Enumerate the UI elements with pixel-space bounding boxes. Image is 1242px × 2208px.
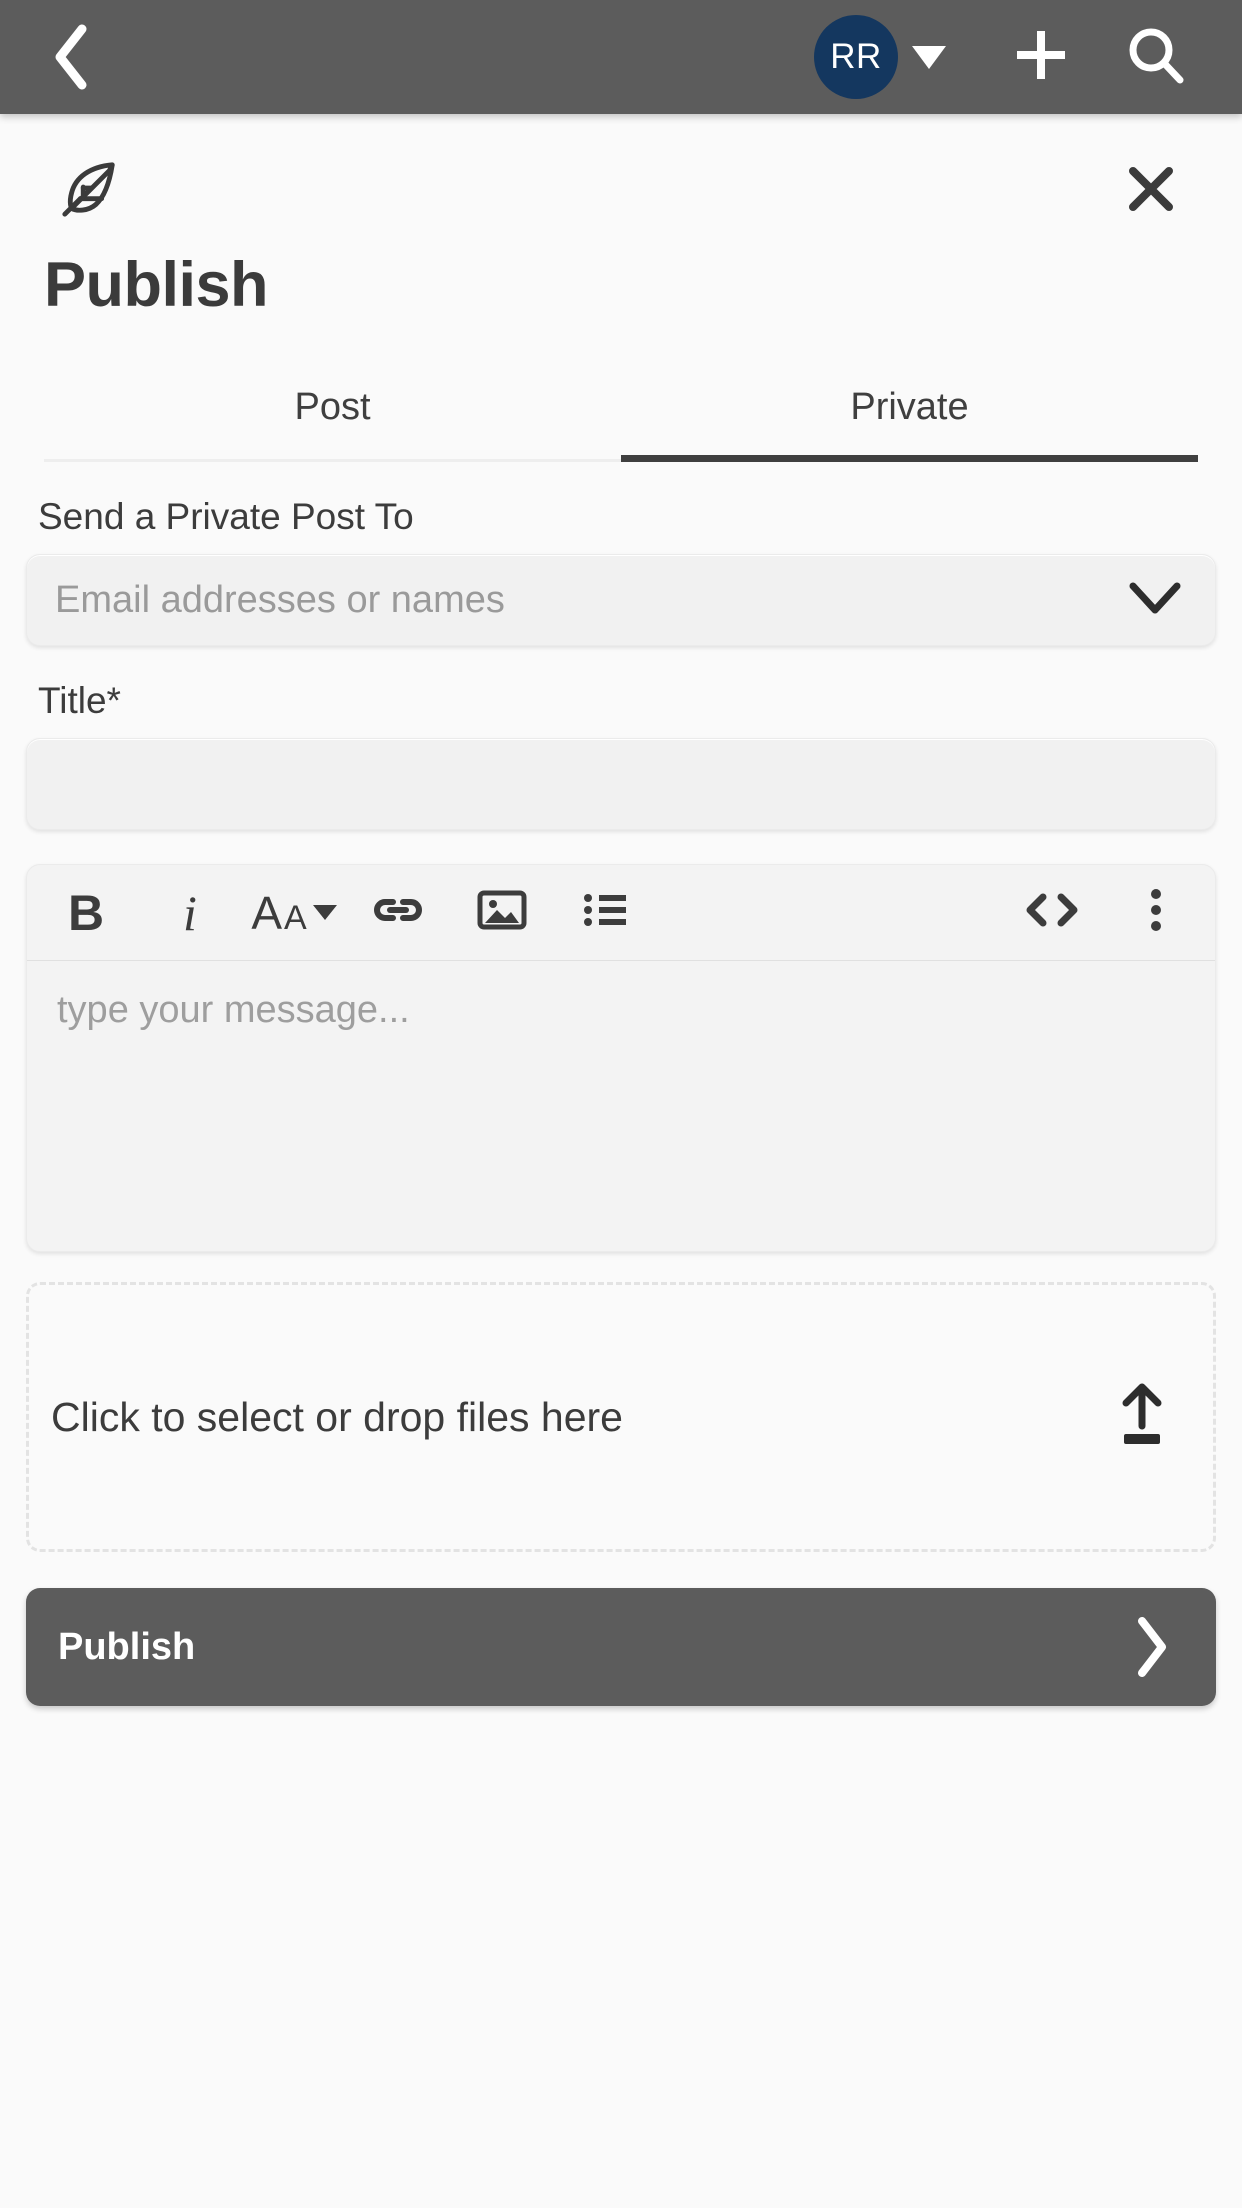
close-button[interactable] — [1114, 154, 1188, 228]
code-button[interactable] — [1015, 876, 1089, 950]
italic-icon: i — [183, 884, 197, 941]
upload-icon — [1112, 1382, 1172, 1453]
recipients-placeholder: Email addresses or names — [55, 578, 505, 621]
bottom-padding — [26, 1706, 1216, 1748]
link-button[interactable] — [361, 876, 435, 950]
avatar[interactable]: RR — [814, 15, 898, 99]
recipients-dropdown-button[interactable] — [1123, 568, 1187, 632]
recipients-label: Send a Private Post To — [38, 496, 414, 538]
account-menu-button[interactable]: RR — [814, 15, 946, 99]
top-app-bar: RR — [0, 0, 1242, 114]
more-options-icon — [1141, 882, 1171, 943]
code-icon — [1021, 882, 1083, 943]
message-input[interactable]: type your message... — [27, 961, 1215, 1251]
brand-mark — [52, 154, 128, 228]
back-button[interactable] — [44, 24, 98, 90]
italic-button[interactable]: i — [153, 876, 227, 950]
page-title: Publish — [44, 250, 269, 320]
bulleted-list-button[interactable] — [569, 876, 643, 950]
recipients-field[interactable]: Email addresses or names — [26, 554, 1216, 647]
avatar-initials: RR — [830, 37, 882, 76]
tab-bar: Post Private — [44, 364, 1198, 463]
publish-form: Send a Private Post To Email addresses o… — [0, 462, 1242, 2208]
tab-post-label: Post — [294, 386, 371, 429]
bulleted-list-icon — [578, 882, 634, 943]
caret-down-icon — [912, 45, 946, 69]
tab-post[interactable]: Post — [44, 364, 621, 459]
title-field[interactable] — [26, 738, 1216, 831]
feather-icon — [59, 158, 121, 225]
font-size-button[interactable]: AA — [251, 876, 337, 950]
file-dropzone[interactable]: Click to select or drop files here — [26, 1282, 1216, 1553]
close-icon — [1123, 161, 1179, 222]
more-options-button[interactable] — [1119, 876, 1193, 950]
sheet-header: Publish Post Private — [0, 114, 1242, 463]
message-editor: B i AA type your message... — [26, 864, 1216, 1253]
font-size-icon: AA — [251, 886, 337, 940]
editor-toolbar: B i AA — [27, 865, 1215, 962]
app-screen: RR Publish Post Private Send a Private P… — [0, 0, 1242, 2208]
publish-button[interactable]: Publish — [26, 1588, 1216, 1707]
link-icon — [370, 882, 426, 943]
search-icon — [1124, 24, 1186, 91]
tab-private-label: Private — [850, 386, 969, 429]
add-button[interactable] — [998, 14, 1084, 100]
publish-button-label: Publish — [58, 1625, 196, 1668]
message-placeholder: type your message... — [57, 989, 410, 1032]
plus-icon — [1010, 24, 1072, 91]
chevron-left-icon — [51, 24, 91, 90]
title-label: Title* — [38, 680, 121, 722]
image-button[interactable] — [465, 876, 539, 950]
chevron-down-icon — [1127, 578, 1183, 623]
upload-button[interactable] — [1103, 1378, 1181, 1456]
dropzone-label: Click to select or drop files here — [51, 1393, 623, 1440]
bold-button[interactable]: B — [49, 876, 123, 950]
bold-icon: B — [67, 884, 105, 941]
tab-private[interactable]: Private — [621, 364, 1198, 463]
chevron-right-icon — [1120, 1615, 1184, 1679]
publish-sheet: Publish Post Private Send a Private Post… — [0, 114, 1242, 2208]
sheet-header-row — [44, 154, 1198, 228]
search-button[interactable] — [1112, 14, 1198, 100]
image-icon — [474, 882, 530, 943]
